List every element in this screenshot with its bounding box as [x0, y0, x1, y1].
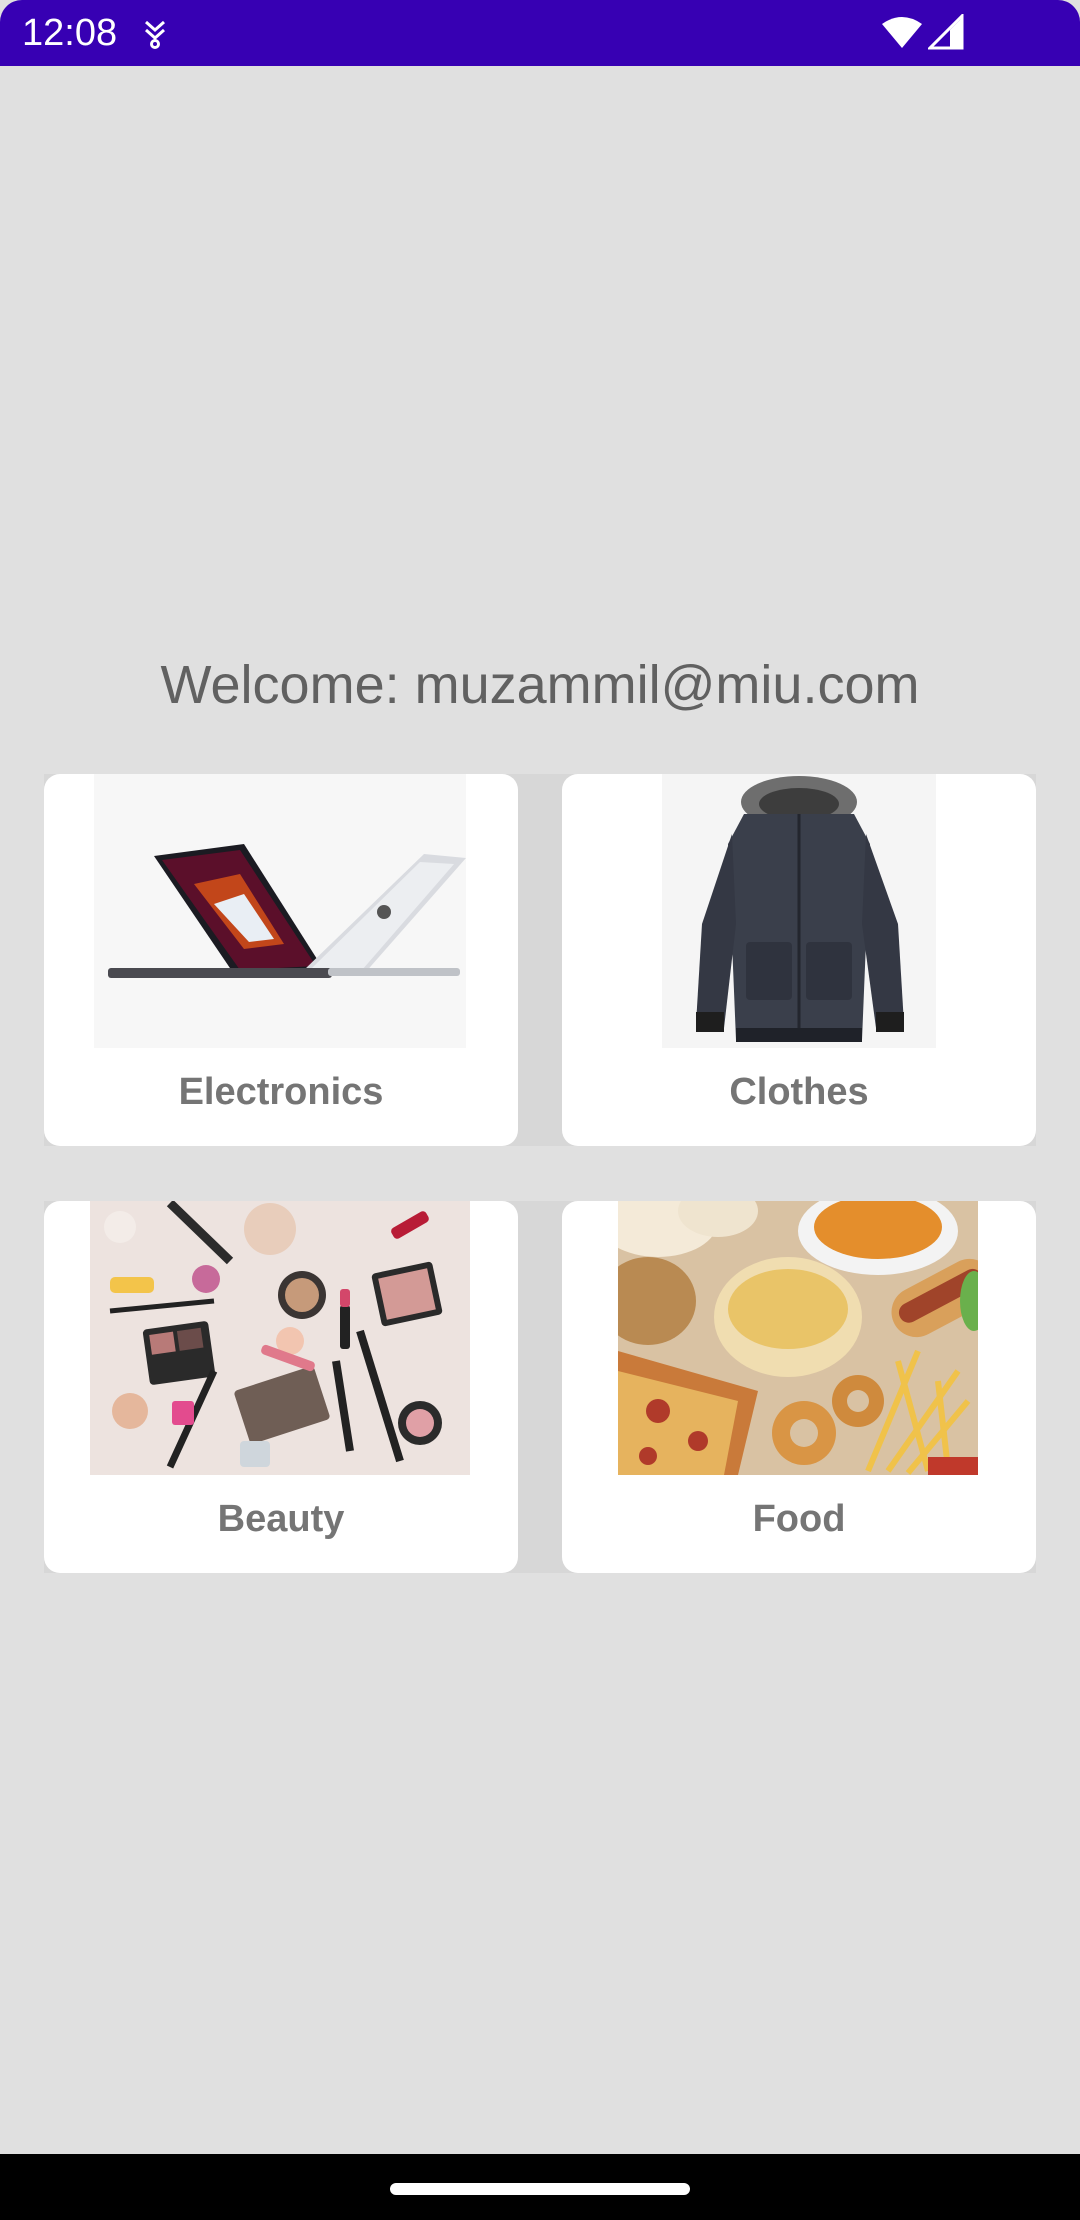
snacks-food-image: [618, 1201, 978, 1475]
laptop-image: [94, 774, 466, 1048]
category-label-electronics: Electronics: [178, 1071, 384, 1113]
home-gesture-handle[interactable]: [390, 2183, 690, 2195]
download-arrow-icon: [145, 20, 165, 49]
category-card-food[interactable]: Food: [562, 1201, 1036, 1573]
jacket-image: [662, 774, 936, 1048]
cosmetics-image: [90, 1201, 470, 1475]
status-time: 12:08: [22, 12, 118, 54]
category-card-clothes[interactable]: Clothes: [562, 774, 1036, 1146]
category-card-beauty[interactable]: Beauty: [44, 1201, 518, 1573]
wifi-icon: [882, 17, 922, 48]
category-label-food: Food: [752, 1498, 846, 1540]
status-bar: 12:08: [0, 0, 1080, 66]
cell-signal-icon: [928, 14, 964, 50]
welcome-message: Welcome: muzammil@miu.com: [160, 655, 920, 715]
category-label-clothes: Clothes: [729, 1071, 869, 1113]
category-label-beauty: Beauty: [217, 1498, 345, 1540]
category-card-electronics[interactable]: Electronics: [44, 774, 518, 1146]
